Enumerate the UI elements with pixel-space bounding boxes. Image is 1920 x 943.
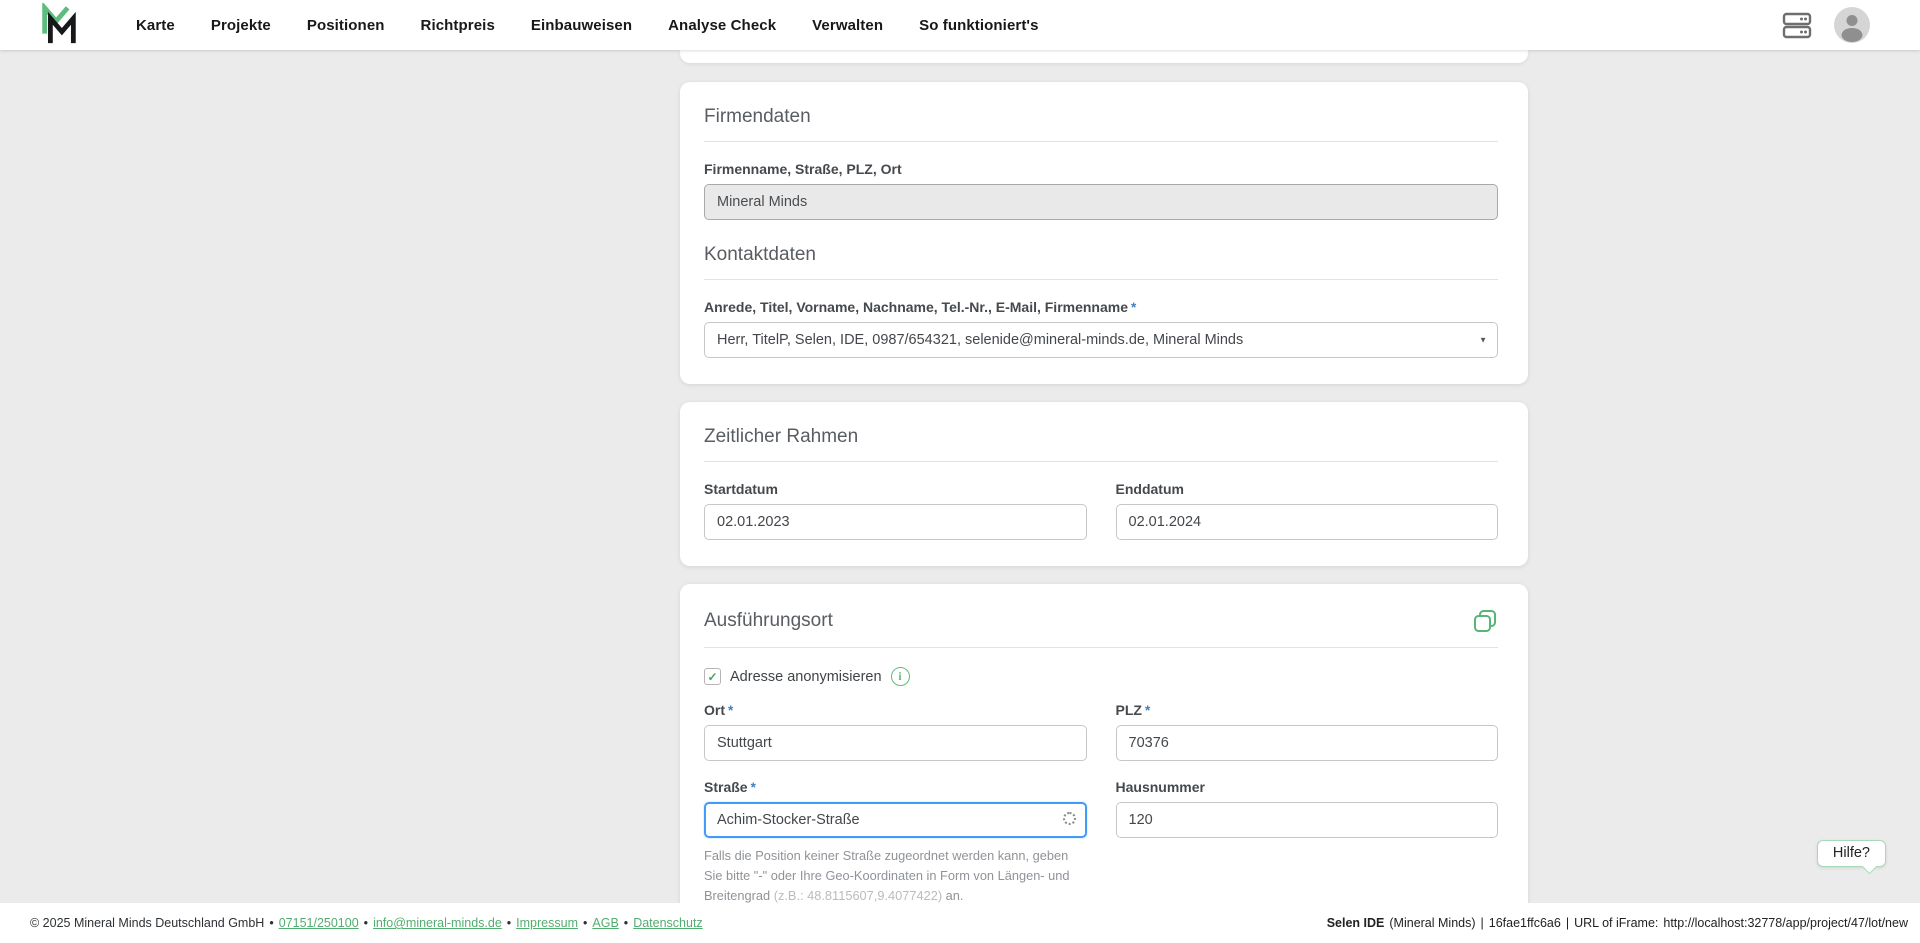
user-avatar[interactable] bbox=[1834, 7, 1870, 43]
contact-field-label: Anrede, Titel, Vorname, Nachname, Tel.-N… bbox=[704, 299, 1137, 315]
anonymize-label[interactable]: Adresse anonymisieren bbox=[730, 669, 882, 685]
footer-link-phone[interactable]: 07151/250100 bbox=[279, 916, 359, 930]
hausnummer-field: Hausnummer bbox=[1115, 779, 1498, 905]
bullet-separator: • bbox=[363, 916, 369, 930]
logo-monogram-icon bbox=[42, 3, 76, 44]
enddatum-label: Enddatum bbox=[1115, 481, 1184, 497]
navbar-right bbox=[1782, 7, 1870, 43]
card-firmendaten: Firmendaten Firmenname, Straße, PLZ, Ort… bbox=[680, 82, 1528, 384]
nav-item-richtpreis[interactable]: Richtpreis bbox=[421, 17, 495, 34]
copy-icon[interactable] bbox=[1472, 608, 1498, 634]
ort-input[interactable] bbox=[704, 725, 1087, 761]
nav-item-einbauweisen[interactable]: Einbauweisen bbox=[531, 17, 632, 34]
previous-card-partial bbox=[680, 50, 1528, 63]
hausnummer-label: Hausnummer bbox=[1115, 779, 1205, 795]
footer-link-datenschutz[interactable]: Datenschutz bbox=[633, 916, 702, 930]
status-separator: | bbox=[1480, 916, 1484, 930]
card-ausfuehrungsort: Ausführungsort ✓ Adresse anonymisieren i… bbox=[680, 584, 1528, 932]
ausfuehrungsort-title: Ausführungsort bbox=[704, 610, 833, 631]
status-bar: Selen IDE (Mineral Minds) | 16fae1ffc6a6… bbox=[1327, 916, 1908, 930]
main-content: Firmendaten Firmenname, Straße, PLZ, Ort… bbox=[680, 50, 1528, 943]
checkmark-icon: ✓ bbox=[707, 669, 718, 684]
plz-label: PLZ * bbox=[1115, 702, 1151, 718]
required-mark: * bbox=[1131, 300, 1137, 315]
top-navbar: Karte Projekte Positionen Richtpreis Ein… bbox=[0, 0, 1920, 50]
nav-item-analyse-check[interactable]: Analyse Check bbox=[668, 17, 776, 34]
footer-link-email[interactable]: info@mineral-minds.de bbox=[373, 916, 502, 930]
required-mark: * bbox=[750, 780, 756, 795]
main-nav: Karte Projekte Positionen Richtpreis Ein… bbox=[136, 17, 1782, 34]
firmendaten-title: Firmendaten bbox=[704, 106, 811, 127]
card-zeitlicher-rahmen: Zeitlicher Rahmen Startdatum Enddatum bbox=[680, 402, 1528, 566]
required-mark: * bbox=[1144, 703, 1151, 718]
zeitlicher-rahmen-title: Zeitlicher Rahmen bbox=[704, 426, 859, 447]
status-separator: | bbox=[1565, 916, 1570, 930]
strasse-helper-text: Falls die Position keiner Straße zugeord… bbox=[704, 848, 1070, 903]
company-input bbox=[704, 184, 1498, 220]
bullet-separator: • bbox=[583, 916, 588, 930]
ort-label: Ort * bbox=[704, 702, 734, 718]
bullet-separator: • bbox=[623, 916, 629, 930]
status-tenant: (Mineral Minds) bbox=[1389, 916, 1476, 930]
divider bbox=[704, 461, 1498, 462]
company-field-label: Firmenname, Straße, PLZ, Ort bbox=[704, 161, 902, 177]
server-icon[interactable] bbox=[1782, 11, 1812, 39]
mineral-minds-logo[interactable] bbox=[36, 2, 82, 48]
nav-item-karte[interactable]: Karte bbox=[136, 17, 175, 34]
plz-input[interactable] bbox=[1115, 725, 1498, 761]
nav-item-positionen[interactable]: Positionen bbox=[307, 17, 385, 34]
startdatum-field: Startdatum bbox=[704, 481, 1087, 540]
anonymize-row: ✓ Adresse anonymisieren i bbox=[704, 667, 1498, 686]
footer: © 2025 Mineral Minds Deutschland GmbH • … bbox=[0, 903, 1920, 943]
startdatum-input[interactable] bbox=[704, 504, 1087, 540]
copyright-text: © 2025 Mineral Minds Deutschland GmbH bbox=[30, 916, 265, 930]
contact-select-value: Herr, TitelP, Selen, IDE, 0987/654321, s… bbox=[717, 332, 1244, 348]
dropdown-caret-icon: ▼ bbox=[1479, 335, 1487, 345]
strasse-label: Straße * bbox=[704, 779, 756, 795]
footer-link-impressum[interactable]: Impressum bbox=[516, 916, 578, 930]
info-icon[interactable]: i bbox=[890, 667, 910, 686]
startdatum-label: Startdatum bbox=[704, 481, 778, 497]
help-button[interactable]: Hilfe? bbox=[1816, 840, 1886, 867]
required-mark: * bbox=[728, 703, 734, 718]
enddatum-input[interactable] bbox=[1115, 504, 1498, 540]
bullet-separator: • bbox=[269, 916, 274, 930]
anonymize-checkbox[interactable]: ✓ bbox=[704, 668, 721, 685]
divider bbox=[704, 141, 1498, 142]
ort-field: Ort * bbox=[704, 702, 1087, 761]
person-icon bbox=[1841, 15, 1863, 42]
divider bbox=[704, 647, 1498, 648]
strasse-input[interactable] bbox=[704, 802, 1087, 838]
strasse-field: Straße* Falls die Position keiner Straße… bbox=[704, 779, 1087, 905]
loading-spinner-icon bbox=[1062, 812, 1076, 825]
kontaktdaten-title: Kontaktdaten bbox=[704, 244, 816, 265]
plz-field: PLZ * bbox=[1115, 702, 1498, 761]
geo-coords-example: (z.B.: 48.8115607,9.4077422) bbox=[773, 887, 943, 903]
status-url-label: URL of iFrame: bbox=[1574, 916, 1659, 930]
nav-item-so-funktionierts[interactable]: So funktioniert's bbox=[919, 17, 1038, 34]
status-app-name: Selen IDE bbox=[1326, 916, 1385, 930]
footer-link-agb[interactable]: AGB bbox=[592, 916, 618, 930]
hausnummer-input[interactable] bbox=[1115, 802, 1498, 838]
status-iframe-url: http://localhost:32778/app/project/47/lo… bbox=[1663, 916, 1908, 930]
divider bbox=[704, 279, 1498, 280]
footer-left: © 2025 Mineral Minds Deutschland GmbH • … bbox=[30, 916, 703, 930]
nav-item-verwalten[interactable]: Verwalten bbox=[812, 17, 883, 34]
contact-select[interactable]: Herr, TitelP, Selen, IDE, 0987/654321, s… bbox=[704, 322, 1498, 358]
status-session-id: 16fae1ffc6a6 bbox=[1488, 916, 1561, 930]
enddatum-field: Enddatum bbox=[1115, 481, 1498, 540]
nav-item-projekte[interactable]: Projekte bbox=[211, 17, 271, 34]
bullet-separator: • bbox=[506, 916, 512, 930]
